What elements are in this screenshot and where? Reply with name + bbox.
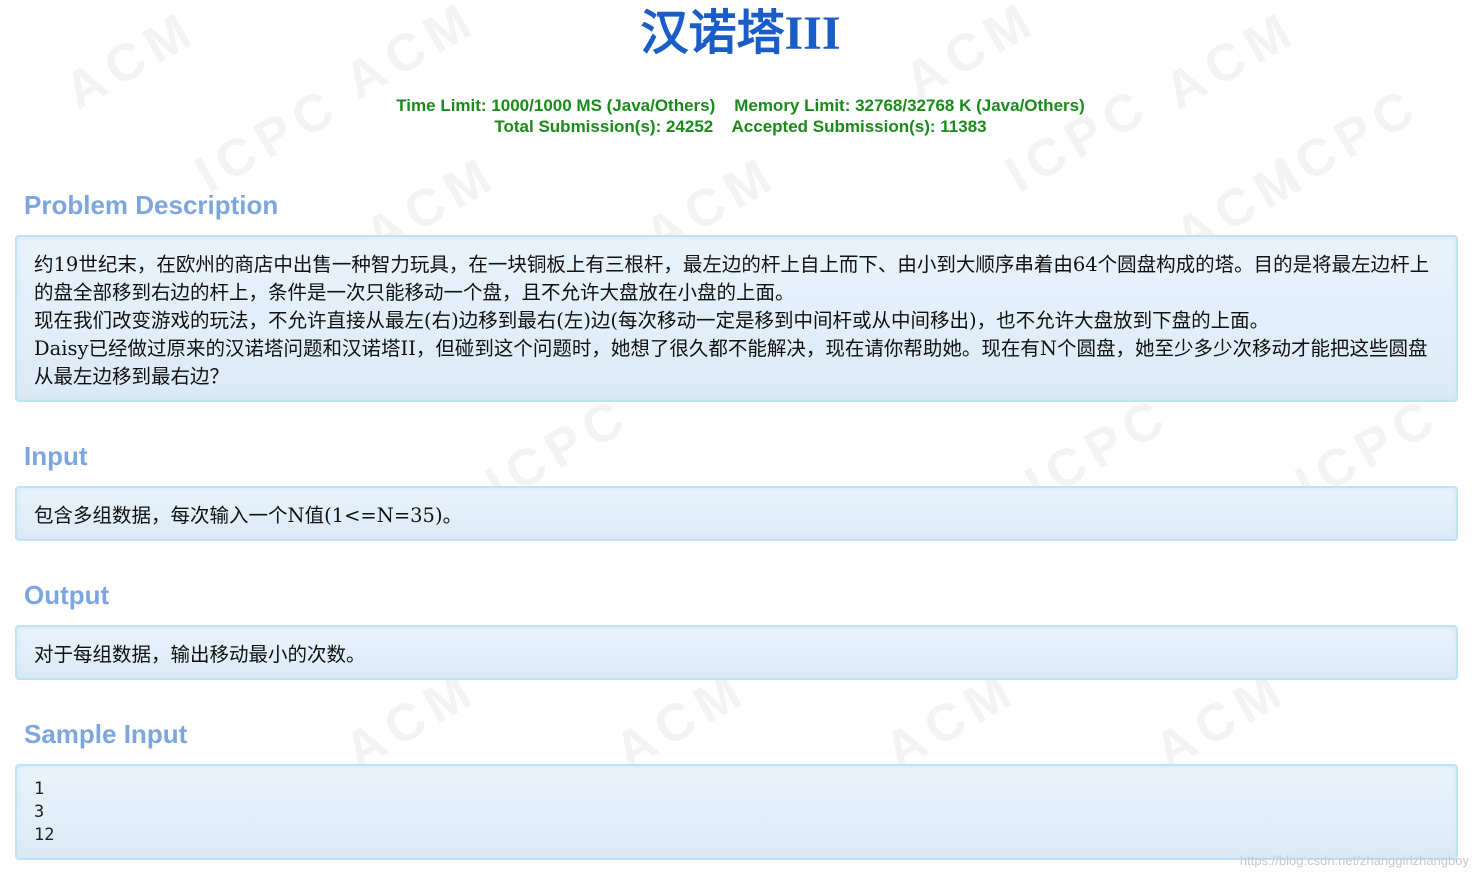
description-paragraph: Daisy已经做过原来的汉诺塔问题和汉诺塔II，但碰到这个问题时，她想了很久都不…: [34, 337, 1428, 388]
output-panel: 对于每组数据，输出移动最小的次数。: [15, 625, 1458, 680]
sample-input-line: 1: [34, 779, 45, 799]
description-panel: 约19世纪末，在欧州的商店中出售一种智力玩具，在一块铜板上有三根杆，最左边的杆上…: [15, 235, 1458, 402]
page-title: 汉诺塔III: [640, 7, 841, 60]
sample-input-heading: Sample Input: [24, 719, 188, 749]
input-text: 包含多组数据，每次输入一个N值(1<=N=35)。: [34, 504, 463, 527]
output-text: 对于每组数据，输出移动最小的次数。: [34, 643, 366, 666]
output-heading: Output: [24, 580, 110, 610]
time-limit: Time Limit: 1000/1000 MS (Java/Others): [396, 96, 716, 115]
sample-input-line: 12: [34, 825, 55, 845]
accepted-submissions: Accepted Submission(s): 11383: [731, 117, 987, 136]
total-submissions: Total Submission(s): 24252: [494, 117, 714, 136]
description-paragraph: 现在我们改变游戏的玩法，不允许直接从最左(右)边移到最右(左)边(每次移动一定是…: [34, 309, 1270, 332]
memory-limit: Memory Limit: 32768/32768 K (Java/Others…: [734, 96, 1085, 115]
input-panel: 包含多组数据，每次输入一个N值(1<=N=35)。: [15, 486, 1458, 541]
sample-input-panel: 1 3 12: [15, 764, 1458, 860]
blog-credit: https://blog.csdn.net/zhanggirlzhangboy: [1239, 853, 1469, 868]
description-paragraph: 约19世纪末，在欧州的商店中出售一种智力玩具，在一块铜板上有三根杆，最左边的杆上…: [34, 253, 1430, 304]
sample-input-line: 3: [34, 802, 45, 822]
input-heading: Input: [24, 441, 88, 471]
problem-limits: Time Limit: 1000/1000 MS (Java/Others) M…: [0, 95, 1481, 137]
description-heading: Problem Description: [24, 190, 279, 220]
